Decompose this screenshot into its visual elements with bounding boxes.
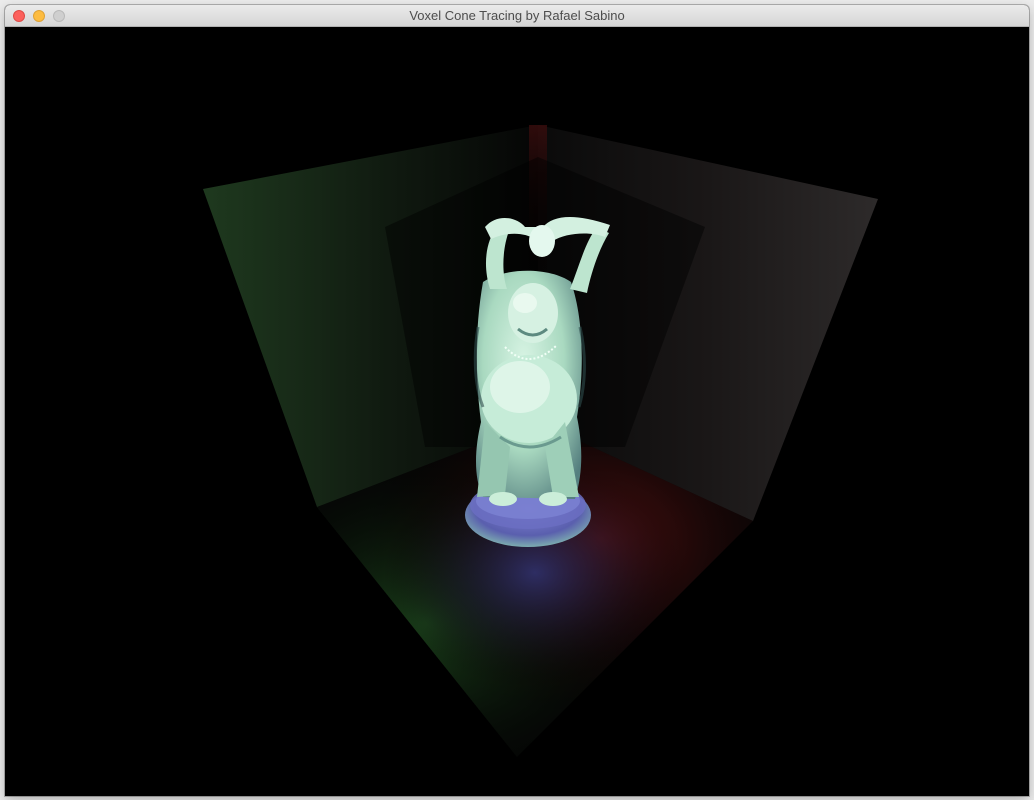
render-viewport[interactable]	[5, 27, 1029, 796]
scene-canvas	[203, 125, 878, 757]
app-window: Voxel Cone Tracing by Rafael Sabino	[5, 5, 1029, 796]
window-title: Voxel Cone Tracing by Rafael Sabino	[409, 8, 625, 23]
title-bar[interactable]: Voxel Cone Tracing by Rafael Sabino	[5, 5, 1029, 27]
